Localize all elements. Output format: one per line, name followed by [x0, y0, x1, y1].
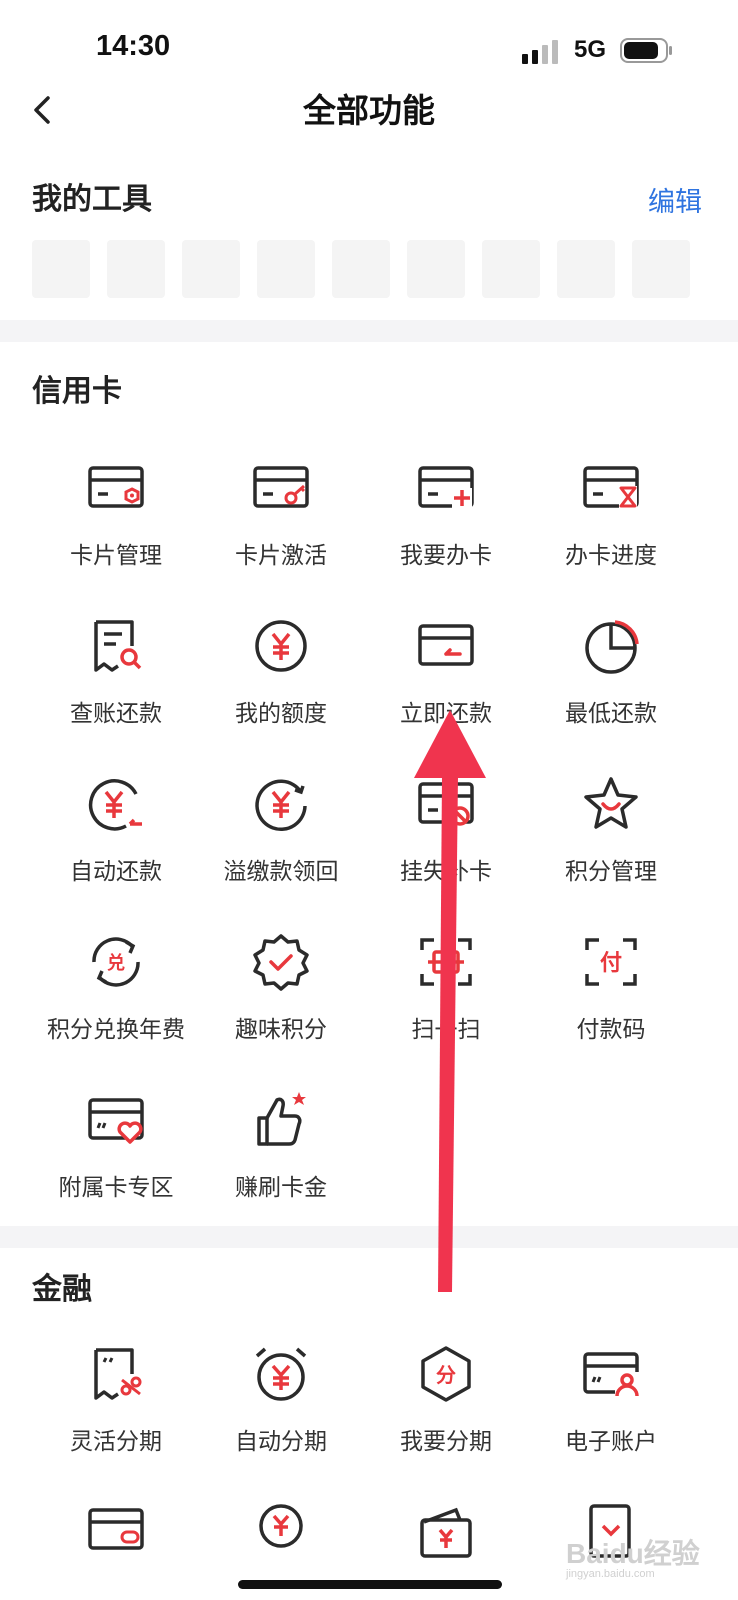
grid-item-label: 积分兑换年费	[47, 1017, 185, 1043]
pie-chart-icon	[585, 620, 639, 674]
signal-icon	[522, 40, 558, 64]
grid-item-overpayment-refund[interactable]: 溢缴款领回	[197, 774, 365, 924]
grid-item-supplementary-card[interactable]: 附属卡专区	[32, 1090, 200, 1240]
tool-slot[interactable]	[482, 240, 540, 298]
grid-item-partial[interactable]	[32, 1500, 200, 1600]
grid-item-fun-points[interactable]: 趣味积分	[197, 932, 365, 1082]
watermark-sub: jingyan.baidu.com	[566, 1568, 655, 1580]
grid-item-label: 我的额度	[235, 701, 327, 727]
status-bar: 14:30 5G	[0, 0, 738, 92]
grid-item-label: 卡片激活	[235, 543, 327, 569]
card-link-icon	[88, 1508, 144, 1550]
tool-slot[interactable]	[182, 240, 240, 298]
grid-item-apply-installment[interactable]: 分 我要分期	[362, 1344, 530, 1494]
nav-bar: 全部功能	[0, 80, 738, 140]
grid-item-earn-cashback[interactable]: 赚刷卡金	[197, 1090, 365, 1240]
badge-check-icon	[253, 934, 309, 991]
card-user-icon	[583, 1352, 639, 1398]
tool-slot[interactable]	[407, 240, 465, 298]
star-icon	[584, 777, 638, 829]
grid-item-label: 查账还款	[70, 701, 162, 727]
grid-item-bill-repayment[interactable]: 查账还款	[32, 616, 200, 766]
yuan-circle-icon	[255, 620, 307, 672]
card-hourglass-icon	[583, 466, 639, 508]
card-heart-icon	[88, 1098, 144, 1144]
swipe-up-arrow	[414, 710, 486, 1292]
grid-item-label: 我要分期	[400, 1429, 492, 1455]
grid-item-label: 溢缴款领回	[223, 859, 339, 885]
status-time: 14:30	[96, 30, 171, 62]
grid-item-minimum-payment[interactable]: 最低还款	[527, 616, 695, 766]
network-type: 5G	[574, 36, 607, 63]
grid-item-apply-card[interactable]: 我要办卡	[362, 458, 530, 608]
tool-slot[interactable]	[557, 240, 615, 298]
grid-item-payment-code[interactable]: 付 付款码	[527, 932, 695, 1082]
my-tools-slots	[32, 240, 708, 300]
grid-item-label: 赚刷卡金	[235, 1175, 327, 1201]
thumbs-up-icon	[257, 1092, 306, 1146]
card-settings-icon	[88, 466, 144, 508]
edit-button[interactable]: 编辑	[648, 180, 702, 219]
tool-slot[interactable]	[107, 240, 165, 298]
card-key-icon	[253, 466, 309, 508]
hexagon-fen-icon: 分	[421, 1346, 471, 1402]
grid-item-label: 办卡进度	[565, 543, 657, 569]
finance-heading: 金融	[32, 1272, 92, 1307]
grid-item-my-limit[interactable]: 我的额度	[197, 616, 365, 766]
section-divider	[0, 320, 738, 342]
grid-item-label: 最低还款	[565, 701, 657, 727]
watermark-text: Baidu经验	[566, 1538, 700, 1569]
grid-item-card-management[interactable]: 卡片管理	[32, 458, 200, 608]
grid-item-label: 附属卡专区	[58, 1175, 174, 1201]
watermark: Baidu经验 jingyan.baidu.com	[566, 1532, 700, 1580]
hand-yuan-icon	[259, 1504, 303, 1548]
card-return-icon	[418, 624, 474, 666]
grid-item-application-progress[interactable]: 办卡进度	[527, 458, 695, 608]
section-divider	[0, 1226, 738, 1248]
grid-item-electronic-account[interactable]: 电子账户	[527, 1344, 695, 1494]
tool-slot[interactable]	[32, 240, 90, 298]
grid-item-label: 自动还款	[70, 859, 162, 885]
card-add-icon	[418, 466, 474, 508]
grid-item-label: 电子账户	[565, 1429, 657, 1455]
svg-text:兑: 兑	[107, 952, 125, 974]
grid-item-flexible-installment[interactable]: 灵活分期	[32, 1344, 200, 1494]
grid-item-auto-repayment[interactable]: 自动还款	[32, 774, 200, 924]
page-title: 全部功能	[303, 91, 435, 130]
grid-item-label: 自动分期	[235, 1429, 327, 1455]
exchange-icon: 兑	[92, 937, 140, 987]
yuan-refresh-icon	[255, 779, 307, 832]
tool-slot[interactable]	[257, 240, 315, 298]
grid-item-card-activation[interactable]: 卡片激活	[197, 458, 365, 608]
grid-item-label: 积分管理	[565, 859, 657, 885]
pay-code-icon: 付	[585, 938, 637, 986]
bill-scissors-icon	[94, 1348, 142, 1400]
battery-icon	[620, 38, 672, 63]
svg-text:分: 分	[436, 1363, 456, 1387]
grid-item-points-annual-fee[interactable]: 兑 积分兑换年费	[32, 932, 200, 1082]
bill-search-icon	[94, 620, 142, 672]
home-indicator[interactable]	[238, 1580, 502, 1589]
grid-item-label: 灵活分期	[70, 1429, 162, 1455]
svg-text:付: 付	[600, 951, 622, 976]
yuan-auto-icon	[88, 779, 142, 831]
wallet-yuan-icon	[420, 1507, 472, 1558]
credit-card-heading: 信用卡	[32, 374, 122, 409]
tool-slot[interactable]	[632, 240, 690, 298]
grid-item-label: 付款码	[576, 1017, 646, 1043]
grid-item-label: 趣味积分	[235, 1017, 327, 1043]
my-tools-heading: 我的工具	[32, 182, 152, 217]
tool-slot[interactable]	[332, 240, 390, 298]
grid-item-label: 我要办卡	[400, 543, 492, 569]
grid-item-auto-installment[interactable]: 自动分期	[197, 1344, 365, 1494]
alarm-yuan-icon	[255, 1347, 307, 1401]
grid-item-label: 卡片管理	[70, 543, 162, 569]
grid-item-points-management[interactable]: 积分管理	[527, 774, 695, 924]
